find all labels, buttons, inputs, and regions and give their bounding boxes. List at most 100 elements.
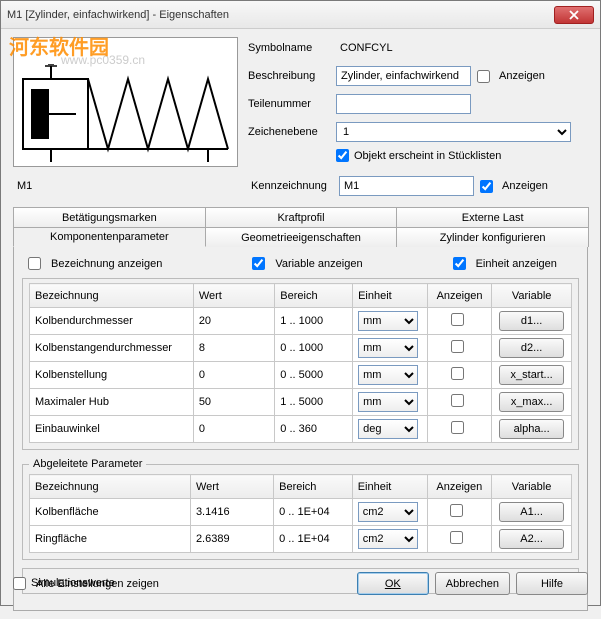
tabs-container: Betätigungsmarken Kraftprofil Externe La…	[13, 207, 588, 611]
cell-anzeigen	[427, 308, 491, 335]
close-button[interactable]	[554, 6, 594, 24]
tab-externe-last[interactable]: Externe Last	[396, 207, 589, 227]
kennzeichnung-anzeigen-checkbox[interactable]	[480, 180, 493, 193]
row-anzeigen-checkbox[interactable]	[450, 531, 463, 544]
table-row: Maximaler Hub501 .. 5000mmx_max...	[30, 389, 572, 416]
einheit-select[interactable]: mm	[358, 311, 418, 331]
einheit-select[interactable]: deg	[358, 419, 418, 439]
einheit-anzeigen-checkbox[interactable]	[453, 257, 466, 270]
cell-bezeichnung: Kolbenstangendurchmesser	[30, 335, 194, 362]
einheit-select[interactable]: mm	[358, 365, 418, 385]
col-bereich: Bereich	[275, 284, 353, 308]
bezeichnung-anzeigen-label: Bezeichnung anzeigen	[51, 258, 162, 270]
abbrechen-button[interactable]: Abbrechen	[435, 572, 510, 595]
tab-betaetigungsmarken[interactable]: Betätigungsmarken	[13, 207, 206, 227]
cell-wert[interactable]: 8	[193, 335, 274, 362]
symbolname-value: CONFCYL	[336, 42, 393, 54]
beschreibung-anzeigen-checkbox[interactable]	[477, 70, 490, 83]
beschreibung-input[interactable]	[336, 66, 471, 86]
close-icon	[569, 10, 579, 20]
row-anzeigen-checkbox[interactable]	[450, 504, 463, 517]
cell-wert[interactable]: 3.1416	[190, 499, 273, 526]
row-anzeigen-checkbox[interactable]	[451, 394, 464, 407]
table-row: Kolbenfläche3.14160 .. 1E+04cm2 A1...	[30, 499, 572, 526]
tab-zylinder-konfigurieren[interactable]: Zylinder konfigurieren	[396, 227, 589, 247]
cell-bezeichnung: Ringfläche	[30, 526, 191, 553]
col-einheit: Einheit	[353, 284, 428, 308]
col-wert: Wert	[193, 284, 274, 308]
cell-variable: alpha...	[492, 416, 572, 443]
cell-wert[interactable]: 50	[193, 389, 274, 416]
stuecklisten-label: Objekt erscheint in Stücklisten	[354, 150, 501, 162]
cell-anzeigen	[427, 362, 491, 389]
einheit-select[interactable]: mm	[358, 392, 418, 412]
kennzeichnung-input[interactable]	[339, 176, 474, 196]
variable-button[interactable]: alpha...	[499, 419, 564, 439]
cell-anzeigen	[427, 526, 492, 553]
cell-anzeigen	[427, 389, 491, 416]
beschreibung-label: Beschreibung	[248, 70, 336, 82]
stuecklisten-checkbox[interactable]	[336, 149, 349, 162]
row-anzeigen-checkbox[interactable]	[451, 421, 464, 434]
row-anzeigen-checkbox[interactable]	[451, 367, 464, 380]
cell-wert[interactable]: 2.6389	[190, 526, 273, 553]
derived-grid: Bezeichnung Wert Bereich Einheit Anzeige…	[29, 474, 572, 553]
table-row: Kolbendurchmesser201 .. 1000mm d1...	[30, 308, 572, 335]
bezeichnung-anzeigen-checkbox[interactable]	[28, 257, 41, 270]
symbolname-label: Symbolname	[248, 42, 336, 54]
cell-wert[interactable]: 20	[193, 308, 274, 335]
zeichenebene-select[interactable]: 1	[336, 122, 571, 142]
col-anzeigen-2: Anzeigen	[427, 475, 492, 499]
col-einheit-2: Einheit	[352, 475, 427, 499]
parameter-grid: Bezeichnung Wert Bereich Einheit Anzeige…	[29, 283, 572, 443]
cell-bezeichnung: Kolbendurchmesser	[30, 308, 194, 335]
variable-button[interactable]: x_max...	[499, 392, 564, 412]
cell-variable: A1...	[492, 499, 572, 526]
einheit-select[interactable]: cm2	[358, 529, 418, 549]
variable-button[interactable]: A2...	[499, 529, 564, 549]
footer: Alle Einstellungen zeigen OK Abbrechen H…	[13, 572, 588, 595]
col-bezeichnung: Bezeichnung	[30, 284, 194, 308]
dialog-content: 河东软件园 www.pc0359.cn Symbolname	[1, 29, 600, 619]
col-variable-2: Variable	[492, 475, 572, 499]
cell-wert[interactable]: 0	[193, 362, 274, 389]
cell-wert[interactable]: 0	[193, 416, 274, 443]
cell-variable: x_start...	[492, 362, 572, 389]
variable-anzeigen-label: Variable anzeigen	[275, 258, 362, 270]
cell-bezeichnung: Kolbenfläche	[30, 499, 191, 526]
teilenummer-label: Teilenummer	[248, 98, 336, 110]
cell-anzeigen	[427, 335, 491, 362]
parameter-fieldset: Bezeichnung Wert Bereich Einheit Anzeige…	[22, 278, 579, 450]
ok-button[interactable]: OK	[357, 572, 429, 595]
einheit-select[interactable]: cm2	[358, 502, 418, 522]
cell-bereich: 0 .. 1E+04	[274, 499, 353, 526]
zeichenebene-label: Zeichenebene	[248, 126, 336, 138]
variable-button[interactable]: A1...	[499, 502, 564, 522]
tab-kraftprofil[interactable]: Kraftprofil	[205, 207, 398, 227]
table-row: Kolbenstangendurchmesser80 .. 1000mmd2..…	[30, 335, 572, 362]
cell-einheit: mm	[353, 308, 428, 335]
cell-bereich: 1 .. 1000	[275, 308, 353, 335]
properties-panel: Symbolname CONFCYL Beschreibung Anzeigen…	[248, 37, 588, 167]
col-variable: Variable	[492, 284, 572, 308]
variable-button[interactable]: x_start...	[499, 365, 564, 385]
teilenummer-input[interactable]	[336, 94, 471, 114]
tab-body: Bezeichnung anzeigen Variable anzeigen E…	[13, 246, 588, 611]
derived-legend: Abgeleitete Parameter	[29, 458, 146, 470]
hilfe-button[interactable]: Hilfe	[516, 572, 588, 595]
cell-bereich: 0 .. 1E+04	[274, 526, 353, 553]
variable-button[interactable]: d2...	[499, 338, 564, 358]
variable-anzeigen-checkbox[interactable]	[252, 257, 265, 270]
table-row: Einbauwinkel00 .. 360degalpha...	[30, 416, 572, 443]
einheit-select[interactable]: mm	[358, 338, 418, 358]
window-title: M1 [Zylinder, einfachwirkend] - Eigensch…	[7, 9, 554, 21]
anzeigen-label-2: Anzeigen	[502, 180, 548, 192]
variable-button[interactable]: d1...	[499, 311, 564, 331]
derived-fieldset: Abgeleitete Parameter Bezeichnung Wert B…	[22, 458, 579, 560]
dialog-window: M1 [Zylinder, einfachwirkend] - Eigensch…	[0, 0, 601, 606]
alle-einstellungen-checkbox[interactable]	[13, 577, 26, 590]
row-anzeigen-checkbox[interactable]	[451, 313, 464, 326]
row-anzeigen-checkbox[interactable]	[451, 340, 464, 353]
tab-geometrieeigenschaften[interactable]: Geometrieeigenschaften	[205, 227, 398, 247]
tab-komponentenparameter[interactable]: Komponentenparameter	[13, 227, 206, 247]
